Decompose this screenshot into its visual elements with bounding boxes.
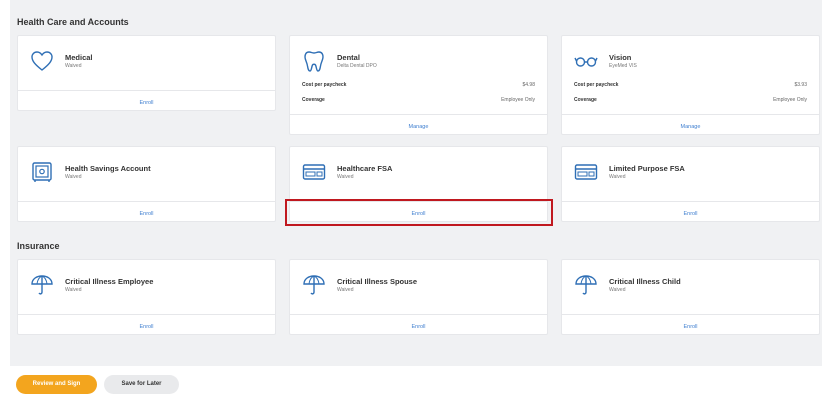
card-title: Medical — [65, 53, 93, 62]
safe-icon — [30, 160, 54, 184]
card-medical: Medical Waived Enroll — [17, 35, 276, 111]
card-footer: Enroll — [18, 201, 275, 221]
coverage-label: Coverage — [574, 97, 597, 103]
section-title-health: Health Care and Accounts — [17, 17, 129, 27]
card-footer: Enroll — [562, 314, 819, 334]
section-title-insurance: Insurance — [17, 241, 60, 251]
card-footer: Enroll — [18, 314, 275, 334]
card-status: Waived — [65, 287, 82, 293]
card-status: Waived — [65, 63, 82, 69]
enroll-critical-illness-employee-link[interactable]: Enroll — [139, 318, 153, 337]
card-vision: Vision EyeMed VIS Cost per paycheck $3.9… — [561, 35, 820, 135]
cost-label: Cost per paycheck — [574, 82, 619, 88]
card-footer: Manage — [562, 114, 819, 134]
card-title: Vision — [609, 53, 632, 62]
card-footer: Enroll — [290, 314, 547, 334]
credit-card-icon — [574, 160, 598, 184]
card-critical-illness-employee: Critical Illness Employee Waived Enroll — [17, 259, 276, 335]
card-plan: Delta Dental DPO — [337, 63, 377, 69]
enroll-limited-purpose-fsa-link[interactable]: Enroll — [683, 205, 697, 224]
umbrella-icon — [302, 273, 326, 297]
review-and-sign-button[interactable]: Review and Sign — [16, 375, 97, 394]
card-footer: Enroll — [562, 201, 819, 221]
card-title: Limited Purpose FSA — [609, 164, 685, 173]
card-title: Critical Illness Employee — [65, 277, 154, 286]
glasses-icon — [574, 49, 598, 73]
enroll-critical-illness-child-link[interactable]: Enroll — [683, 318, 697, 337]
manage-dental-link[interactable]: Manage — [409, 118, 429, 137]
umbrella-icon — [574, 273, 598, 297]
enroll-highlight-box — [285, 199, 553, 226]
cost-value: $4.98 — [522, 82, 535, 88]
coverage-value: Employee Only — [501, 97, 535, 103]
card-critical-illness-child: Critical Illness Child Waived Enroll — [561, 259, 820, 335]
heart-icon — [30, 49, 54, 73]
card-footer: Manage — [290, 114, 547, 134]
cost-value: $3.93 — [794, 82, 807, 88]
cost-row: Cost per paycheck $3.93 — [574, 82, 807, 90]
enroll-critical-illness-spouse-link[interactable]: Enroll — [411, 318, 425, 337]
umbrella-icon — [30, 273, 54, 297]
card-status: Waived — [337, 287, 354, 293]
card-title: Critical Illness Child — [609, 277, 681, 286]
enroll-medical-link[interactable]: Enroll — [139, 94, 153, 113]
coverage-value: Employee Only — [773, 97, 807, 103]
card-title: Health Savings Account — [65, 164, 151, 173]
coverage-row: Coverage Employee Only — [302, 97, 535, 105]
card-limited-purpose-fsa: Limited Purpose FSA Waived Enroll — [561, 146, 820, 222]
cost-row: Cost per paycheck $4.98 — [302, 82, 535, 90]
coverage-row: Coverage Employee Only — [574, 97, 807, 105]
card-dental: Dental Delta Dental DPO Cost per paychec… — [289, 35, 548, 135]
card-status: Waived — [609, 287, 626, 293]
coverage-label: Coverage — [302, 97, 325, 103]
card-critical-illness-spouse: Critical Illness Spouse Waived Enroll — [289, 259, 548, 335]
card-plan: EyeMed VIS — [609, 63, 637, 69]
manage-vision-link[interactable]: Manage — [681, 118, 701, 137]
card-hsa: Health Savings Account Waived Enroll — [17, 146, 276, 222]
card-title: Critical Illness Spouse — [337, 277, 418, 286]
credit-card-icon — [302, 160, 326, 184]
card-title: Healthcare FSA — [337, 164, 393, 173]
card-footer: Enroll — [18, 90, 275, 110]
card-status: Waived — [337, 174, 354, 180]
enroll-hsa-link[interactable]: Enroll — [139, 205, 153, 224]
save-for-later-button[interactable]: Save for Later — [104, 375, 179, 394]
card-title: Dental — [337, 53, 360, 62]
cost-label: Cost per paycheck — [302, 82, 347, 88]
card-status: Waived — [609, 174, 626, 180]
card-status: Waived — [65, 174, 82, 180]
tooth-icon — [302, 49, 326, 73]
